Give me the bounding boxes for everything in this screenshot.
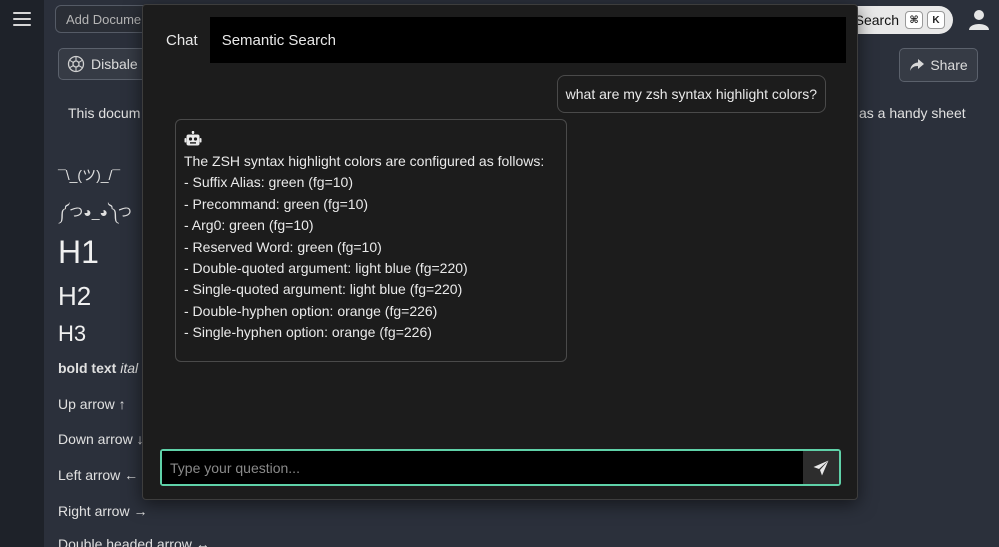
doc-up-arrow: Up arrow ↑ (58, 396, 126, 412)
bot-line: - Suffix Alias: green (fg=10) (184, 174, 353, 191)
robot-icon (184, 131, 202, 146)
doc-formatting-line: bold text ital (58, 360, 138, 376)
doc-bold-text: bold text (58, 360, 117, 376)
question-input[interactable] (162, 451, 803, 484)
chat-modal: Chat Semantic Search what are my zsh syn… (142, 4, 858, 500)
bot-line: - Reserved Word: green (fg=10) (184, 238, 382, 255)
tab-chat[interactable]: Chat (154, 17, 210, 63)
send-icon (813, 460, 829, 475)
share-button-label: Share (930, 57, 968, 73)
tab-semantic-search[interactable]: Semantic Search (210, 17, 348, 63)
doc-heading-3: H3 (58, 321, 87, 346)
add-document-input[interactable]: Add Document (55, 5, 155, 33)
doc-shrug: ¯\_(ツ)_/¯ (58, 167, 121, 183)
doc-lenny: ༼つ◕_◕༽つ (58, 204, 132, 220)
question-input-row (160, 449, 841, 486)
doc-heading-1: H1 (58, 234, 99, 270)
share-icon (910, 59, 925, 71)
disable-button-label: Disbale (91, 56, 138, 72)
search-label: Search (854, 12, 899, 28)
doc-intro-end: as a handy sheet (859, 105, 966, 121)
doc-left-arrow: Left arrow ← (58, 467, 139, 483)
bot-line: - Single-quoted argument: light blue (fg… (184, 281, 463, 298)
doc-down-arrow: Down arrow ↓ (58, 431, 144, 447)
bot-message: The ZSH syntax highlight colors are conf… (175, 119, 567, 362)
bot-line: The ZSH syntax highlight colors are conf… (184, 153, 545, 169)
user-icon[interactable] (968, 8, 990, 30)
bot-line: - Precommand: green (fg=10) (184, 195, 369, 212)
doc-double-arrow: Double headed arrow ↔ (58, 536, 210, 547)
shortcut-k-key: K (927, 11, 945, 29)
send-button[interactable] (803, 451, 839, 484)
chat-messages: what are my zsh syntax highlight colors?… (154, 63, 846, 443)
hamburger-icon[interactable] (13, 12, 31, 26)
openai-icon (67, 55, 85, 73)
user-message: what are my zsh syntax highlight colors? (556, 75, 826, 113)
bot-line: - Double-quoted argument: light blue (fg… (184, 260, 468, 277)
doc-right-arrow: Right arrow → (58, 503, 148, 519)
doc-intro-start: This docum (68, 105, 141, 121)
bot-line: - Single-hyphen option: orange (fg=226) (184, 324, 432, 341)
modal-tabbar: Chat Semantic Search (154, 17, 846, 63)
left-rail (0, 0, 44, 547)
doc-heading-2: H2 (58, 281, 92, 311)
share-button[interactable]: Share (899, 48, 978, 82)
shortcut-cmd-key: ⌘ (905, 11, 923, 29)
bot-line: - Arg0: green (fg=10) (184, 217, 314, 234)
doc-italic-text: ital (120, 360, 139, 376)
bot-line: - Double-hyphen option: orange (fg=226) (184, 302, 438, 319)
